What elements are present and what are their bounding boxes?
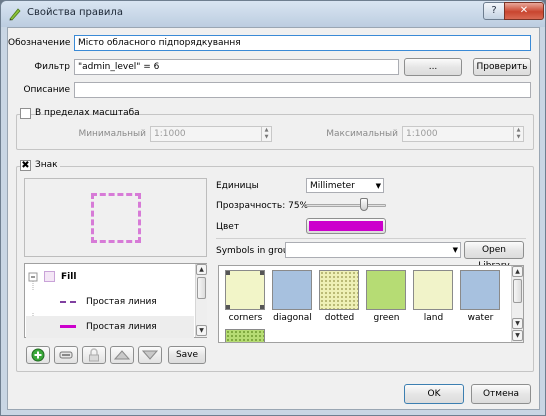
symbol-grid-scrollbar[interactable]: ▲ ▼ ▼ (511, 266, 523, 342)
scroll-thumb[interactable] (197, 277, 206, 299)
layer-label-solid-line: Простая линия (86, 322, 157, 332)
symbol-label: green (373, 313, 400, 323)
title-bar[interactable]: Свойства правила ? ✕ (1, 1, 545, 27)
lock-icon (89, 348, 99, 362)
dashed-line-icon (60, 301, 76, 303)
color-label: Цвет (216, 222, 240, 232)
save-symbol-button[interactable]: Save (168, 346, 206, 364)
corner-mark (226, 271, 230, 275)
preview-square (91, 193, 141, 243)
min-scale-label: Минимальный (78, 129, 146, 139)
min-scale-spinner[interactable]: ▲ ▼ (261, 127, 271, 141)
move-up-button[interactable] (110, 346, 134, 364)
units-value: Millimeter (310, 181, 355, 191)
corner-mark (226, 305, 230, 309)
chevron-down-icon: ▼ (375, 182, 381, 190)
max-scale-label: Максимальный (326, 129, 398, 139)
filter-input[interactable]: "admin_level" = 6 (74, 59, 399, 75)
cancel-button[interactable]: Отмена (471, 384, 531, 404)
filter-field-label: Фильтр (34, 62, 70, 72)
color-swatch (309, 221, 383, 231)
symbols-in-group-label: Symbols in group (216, 246, 295, 256)
layer-row-fill[interactable]: Fill (26, 266, 194, 288)
symbol-swatch-corners[interactable] (225, 270, 265, 310)
filter-expression-button[interactable]: ... (404, 58, 462, 76)
symbols-group-select[interactable]: ▼ (285, 242, 461, 258)
arrow-up-icon (113, 350, 131, 360)
arrow-down-icon (141, 350, 159, 360)
transparency-slider[interactable] (306, 198, 386, 212)
slider-handle[interactable] (360, 198, 368, 211)
help-button[interactable]: ? (483, 2, 505, 20)
corner-mark (260, 305, 264, 309)
chevron-down-icon: ▼ (452, 246, 458, 254)
fill-layer-icon (44, 271, 55, 282)
units-select[interactable]: Millimeter ▼ (306, 178, 384, 193)
label-field-label: Обозначение (8, 38, 71, 48)
min-scale-value: 1:1000 (154, 129, 186, 139)
symbol-swatch-land[interactable] (413, 270, 453, 310)
max-scale-spinner[interactable]: ▲ ▼ (513, 127, 523, 141)
description-field-label: Описание (23, 85, 70, 95)
solid-line-icon (60, 325, 76, 328)
corner-mark (260, 271, 264, 275)
scroll-up-icon[interactable]: ▲ (196, 264, 207, 275)
qgis-icon (9, 8, 21, 21)
scale-group-header: В пределах масштаба (20, 108, 140, 120)
symbol-group-header: ✖ Знак (20, 160, 60, 172)
color-button[interactable] (306, 218, 386, 234)
ok-button[interactable]: OK (404, 384, 464, 404)
scale-checkbox-label: В пределах масштаба (35, 108, 140, 118)
close-button[interactable]: ✕ (504, 2, 544, 20)
symbol-label: corners (228, 313, 263, 323)
symbol-layer-tree[interactable]: Fill Простая линия Простая линия ▲ ▼ (24, 263, 207, 338)
symbol-swatch-partial[interactable] (225, 329, 265, 342)
symbol-swatch-green[interactable] (366, 270, 406, 310)
units-label: Единицы (216, 181, 259, 191)
min-scale-input[interactable]: 1:1000 ▲ ▼ (150, 126, 272, 142)
layer-tree-scrollbar[interactable]: ▲ ▼ (195, 264, 207, 337)
slider-track (306, 204, 386, 207)
scroll-thumb[interactable] (513, 279, 522, 303)
scroll-down-icon[interactable]: ▼ (196, 325, 207, 336)
symbol-label: dotted (324, 313, 355, 323)
scroll-down-icon[interactable]: ▼ (512, 330, 523, 341)
symbol-checkbox[interactable]: ✖ (20, 160, 31, 171)
symbol-preview (24, 178, 207, 257)
symbol-label: diagonal (273, 313, 312, 323)
symbol-checkbox-label: Знак (35, 160, 58, 170)
move-down-button[interactable] (138, 346, 162, 364)
lock-layer-button[interactable] (82, 346, 106, 364)
symbol-swatch-dotted[interactable] (319, 270, 359, 310)
scale-checkbox[interactable] (20, 108, 31, 119)
max-scale-input[interactable]: 1:1000 ▲ ▼ (402, 126, 524, 142)
symbol-label: water (467, 313, 494, 323)
window-title: Свойства правила (27, 7, 123, 18)
plus-icon (31, 348, 45, 362)
verify-filter-button[interactable]: Проверить (473, 58, 531, 76)
minus-icon (59, 351, 73, 359)
scroll-up-icon[interactable]: ▲ (512, 266, 523, 277)
symbol-swatch-water[interactable] (460, 270, 500, 310)
add-layer-button[interactable] (26, 346, 50, 364)
dialog-body: Обозначение Місто обласного підпорядкува… (7, 27, 540, 410)
symbol-swatch-diagonal[interactable] (272, 270, 312, 310)
scroll-down-icon[interactable]: ▼ (512, 318, 523, 329)
max-scale-value: 1:1000 (406, 129, 438, 139)
symbol-library-grid[interactable]: corners diagonal dotted green land water ▲ ▼ … (218, 265, 524, 343)
open-library-button[interactable]: Open Library (464, 241, 524, 271)
remove-layer-button[interactable] (54, 346, 78, 364)
layer-row-dashed-line[interactable]: Простая линия (26, 291, 194, 313)
layer-row-solid-line[interactable]: Простая линия (26, 316, 194, 338)
layer-label-dashed-line: Простая линия (86, 297, 157, 307)
symbol-label: land (423, 313, 444, 323)
divider (216, 238, 526, 239)
transparency-label: Прозрачность: 75% (216, 201, 309, 211)
label-input[interactable]: Місто обласного підпорядкування (74, 35, 531, 51)
description-input[interactable] (74, 82, 531, 98)
layer-label-fill: Fill (61, 272, 77, 282)
rule-properties-dialog: Свойства правила ? ✕ Обозначение Місто о… (0, 0, 546, 416)
